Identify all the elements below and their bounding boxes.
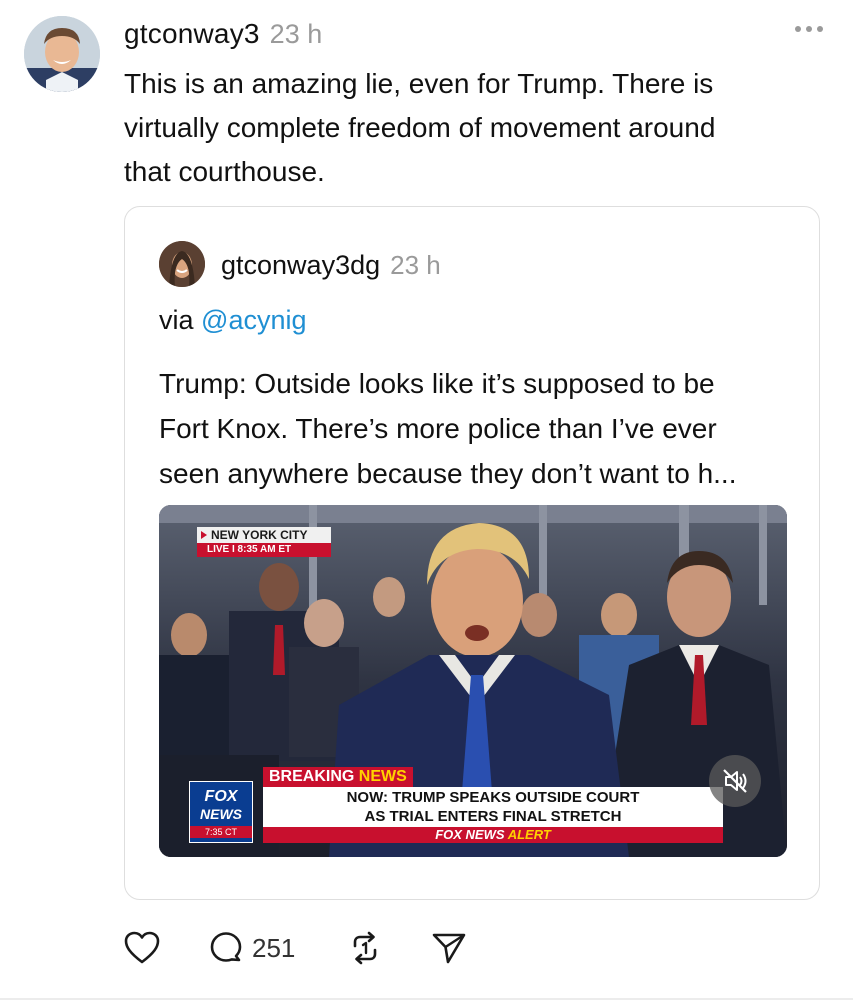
quoted-post-card[interactable]: gtconway3dg 23 h via @acynig Trump: Outs…: [124, 206, 820, 900]
share-icon: [433, 933, 466, 964]
reply-icon: [210, 932, 242, 962]
mention-link[interactable]: @acynig: [201, 305, 306, 335]
alert-label: FOX NEWS: [435, 827, 505, 842]
headline-line1: NOW: TRUMP SPEAKS OUTSIDE COURT: [346, 789, 640, 806]
via-prefix: via: [159, 305, 202, 335]
network-logo-line2: NEWS: [200, 806, 242, 822]
quoted-post-header: gtconway3dg 23 h: [221, 245, 441, 285]
network-logo-line1: FOX: [204, 788, 238, 805]
post-avatar[interactable]: [24, 16, 100, 92]
network-time: 7:35 CT: [190, 826, 252, 838]
post-username[interactable]: gtconway3: [124, 18, 260, 50]
more-icon[interactable]: [795, 26, 823, 32]
repost-icon: [354, 931, 377, 965]
share-button[interactable]: [431, 930, 467, 966]
quoted-post-timestamp: 23 h: [390, 249, 441, 280]
location-label: NEW YORK CITY: [197, 527, 331, 543]
location-chyron: NEW YORK CITY LIVE I 8:35 AM ET: [197, 527, 331, 557]
headline-bar: NOW: TRUMP SPEAKS OUTSIDE COURT AS TRIAL…: [263, 787, 723, 827]
alert-accent: ALERT: [507, 827, 551, 842]
like-button[interactable]: [124, 931, 160, 965]
repost-button[interactable]: [347, 930, 383, 966]
via-line: via @acynig: [159, 305, 307, 336]
heart-icon: [124, 931, 160, 964]
speaker-muted-icon[interactable]: [709, 755, 761, 807]
post-timestamp: 23 h: [269, 18, 323, 49]
live-label: LIVE I 8:35 AM ET: [197, 543, 331, 557]
quoted-post-avatar[interactable]: [159, 241, 205, 287]
quoted-avatar-photo: [159, 241, 205, 287]
more-dot: [795, 26, 801, 32]
breaking-accent: NEWS: [358, 768, 407, 785]
avatar-photo: [24, 16, 100, 92]
speaker-muted-glyph: [723, 769, 747, 793]
more-dot: [817, 26, 823, 32]
video-player[interactable]: NEW YORK CITY LIVE I 8:35 AM ET FOX NEWS…: [159, 505, 787, 857]
reply-count: 251: [252, 932, 296, 963]
headline-line2: AS TRIAL ENTERS FINAL STRETCH: [364, 808, 622, 825]
breaking-label: BREAKING: [269, 768, 355, 785]
action-bar: 251: [124, 926, 467, 970]
breaking-news-tab: BREAKING NEWS: [263, 767, 413, 787]
more-dot: [806, 26, 812, 32]
reply-button[interactable]: 251: [208, 930, 295, 966]
post-header: gtconway3 23 h: [124, 14, 322, 54]
network-logo: FOX NEWS 7:35 CT: [189, 781, 253, 843]
post-text: This is an amazing lie, even for Trump. …: [124, 68, 716, 187]
quoted-post-text: Trump: Outside looks like it’s supposed …: [159, 368, 737, 489]
alert-bar: FOX NEWS ALERT: [263, 827, 723, 843]
quoted-post-username[interactable]: gtconway3dg: [221, 250, 380, 281]
